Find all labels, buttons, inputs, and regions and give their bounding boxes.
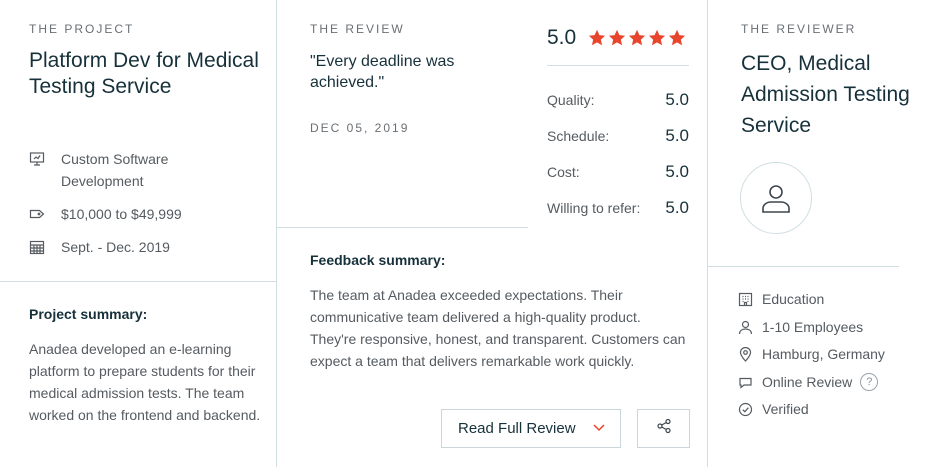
reviewer-status: Verified — [736, 398, 809, 420]
overall-rating: 5.0 — [547, 26, 686, 50]
reviewer-eyebrow: THE REVIEWER — [741, 22, 857, 36]
presentation-icon — [29, 148, 49, 170]
review-eyebrow: THE REVIEW — [310, 22, 405, 36]
score-value: 5.0 — [665, 162, 689, 181]
star-icon — [629, 29, 646, 46]
score-label: Quality: — [547, 92, 595, 108]
score-label: Willing to refer: — [547, 200, 641, 216]
help-icon[interactable]: ? — [860, 373, 879, 391]
score-value: 5.0 — [665, 198, 689, 217]
overall-score: 5.0 — [547, 26, 577, 49]
project-budget: $10,000 to $49,999 — [29, 203, 182, 225]
project-title: Platform Dev for Medical Testing Service — [29, 49, 259, 98]
project-column: THE PROJECT Platform Dev for Medical Tes… — [0, 0, 277, 467]
review-column: THE REVIEW "Every deadline was achieved.… — [277, 0, 708, 467]
score-list: Quality: 5.0 Schedule: 5.0 Cost: 5.0 Wil… — [547, 82, 689, 226]
star-icon — [609, 29, 626, 46]
score-label: Cost: — [547, 164, 580, 180]
calendar-icon — [29, 236, 49, 258]
project-dates-label: Sept. - Dec. 2019 — [61, 239, 170, 255]
person-icon — [736, 318, 754, 336]
score-value: 5.0 — [665, 126, 689, 145]
user-icon — [762, 185, 790, 213]
review-quote: "Every deadline was achieved." — [310, 53, 455, 91]
star-icon — [669, 29, 686, 46]
score-divider — [547, 65, 689, 66]
share-button[interactable] — [637, 409, 690, 448]
reviewer-review-type-label: Online Review — [762, 374, 853, 390]
star-icon — [649, 29, 666, 46]
project-divider — [0, 281, 276, 282]
reviewer-location-label: Hamburg, Germany — [762, 346, 885, 362]
score-row-schedule: Schedule: 5.0 — [547, 118, 689, 154]
share-icon — [656, 418, 672, 439]
score-value: 5.0 — [665, 90, 689, 109]
feedback-heading: Feedback summary: — [310, 252, 446, 268]
check-circle-icon — [736, 400, 754, 418]
score-label: Schedule: — [547, 128, 610, 144]
building-icon — [736, 290, 754, 308]
reviewer-industry-label: Education — [762, 291, 825, 307]
project-eyebrow: THE PROJECT — [29, 22, 135, 36]
chevron-down-icon — [592, 420, 606, 438]
location-pin-icon — [736, 345, 754, 363]
star-icon — [589, 29, 606, 46]
reviewer-status-label: Verified — [762, 401, 809, 417]
project-budget-label: $10,000 to $49,999 — [61, 206, 182, 222]
project-summary-heading: Project summary: — [29, 306, 148, 322]
review-date: DEC 05, 2019 — [310, 121, 410, 135]
project-service: Custom Software Development — [29, 148, 201, 192]
reviewer-column: THE REVIEWER CEO, Medical Admission Test… — [708, 0, 927, 467]
read-full-review-label: Read Full Review — [458, 420, 576, 437]
reviewer-size-label: 1-10 Employees — [762, 319, 864, 335]
reviewer-divider — [708, 266, 899, 267]
review-divider — [277, 227, 528, 228]
reviewer-review-type: Online Review ? — [736, 371, 879, 393]
project-dates: Sept. - Dec. 2019 — [29, 236, 170, 258]
reviewer-location: Hamburg, Germany — [736, 343, 885, 365]
project-summary-text: Anadea developed an e-learning platform … — [29, 341, 261, 423]
avatar — [740, 162, 812, 234]
score-row-cost: Cost: 5.0 — [547, 154, 689, 190]
rating-stars — [588, 29, 686, 47]
reviewer-industry: Education — [736, 288, 824, 310]
score-row-willing-to-refer: Willing to refer: 5.0 — [547, 190, 689, 226]
read-full-review-button[interactable]: Read Full Review — [441, 409, 621, 448]
reviewer-size: 1-10 Employees — [736, 316, 863, 338]
chat-bubble-icon — [736, 373, 754, 391]
feedback-text: The team at Anadea exceeded expectations… — [310, 287, 686, 369]
price-tag-icon — [29, 203, 49, 225]
project-service-label: Custom Software Development — [61, 151, 169, 189]
reviewer-title: CEO, Medical Admission Testing Service — [741, 52, 910, 137]
score-row-quality: Quality: 5.0 — [547, 82, 689, 118]
